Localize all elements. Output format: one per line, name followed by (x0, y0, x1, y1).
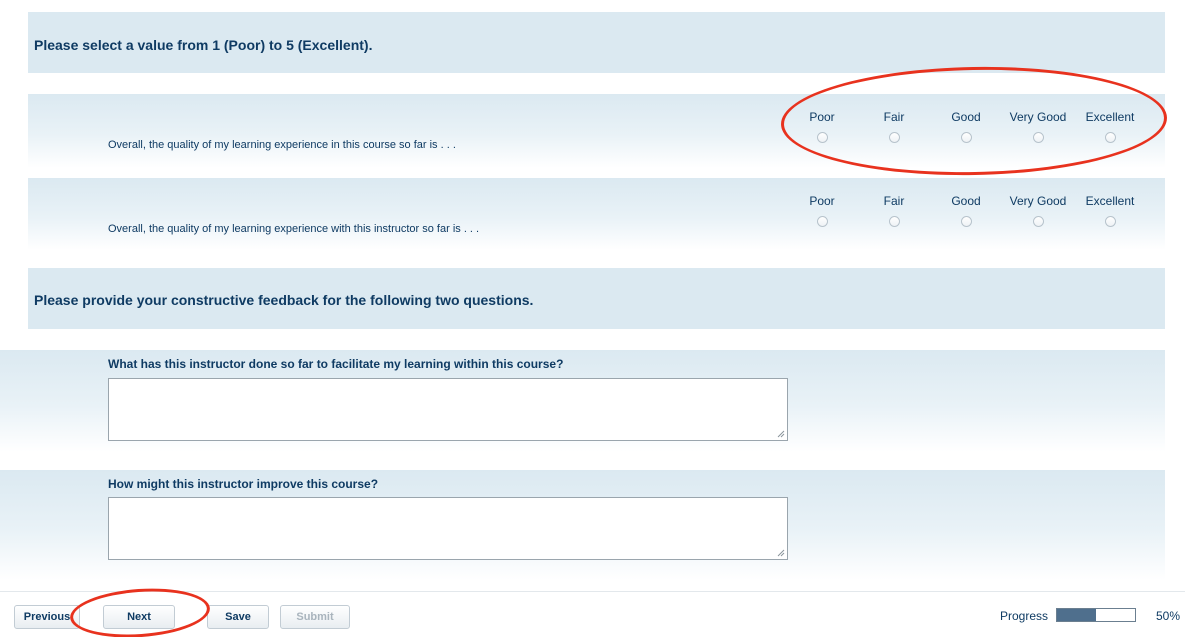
scale-option-poor: Poor (786, 108, 858, 143)
scale-option-good: Good (930, 108, 1002, 143)
scale-option-excellent: Excellent (1074, 108, 1146, 143)
scale-label-fair: Fair (883, 194, 905, 208)
q1-radio-excellent[interactable] (1104, 132, 1116, 143)
scale-label-very-good: Very Good (1009, 110, 1067, 124)
scale-label-very-good: Very Good (1009, 194, 1067, 208)
rating-section-title: Please select a value from 1 (Poor) to 5… (34, 37, 373, 53)
rating-question-2: Overall, the quality of my learning expe… (28, 178, 1165, 250)
rating-question-1: Overall, the quality of my learning expe… (28, 94, 1165, 168)
rating-scale-1: Poor Fair Good Very Good Excellent (786, 108, 1146, 143)
progress-bar (1056, 608, 1136, 622)
scale-label-poor: Poor (809, 110, 835, 124)
scale-label-excellent: Excellent (1085, 194, 1135, 208)
previous-button[interactable]: Previous (14, 605, 80, 629)
footer-bar: Previous Next Save Submit Progress 50% (0, 591, 1185, 637)
rating-question-2-text: Overall, the quality of my learning expe… (108, 223, 480, 235)
save-button[interactable]: Save (207, 605, 269, 629)
feedback-answer-1-textarea[interactable] (108, 378, 788, 441)
feedback-question-1-label: What has this instructor done so far to … (108, 357, 564, 371)
progress-bar-fill (1057, 609, 1096, 621)
scale-option-fair: Fair (858, 108, 930, 143)
rating-scale-2: Poor Fair Good Very Good Excellent (786, 192, 1146, 227)
resize-handle-icon[interactable] (777, 430, 785, 438)
q1-radio-very-good[interactable] (1032, 132, 1044, 143)
scale-label-good: Good (951, 194, 981, 208)
feedback-question-2-label: How might this instructor improve this c… (108, 477, 379, 491)
next-button[interactable]: Next (103, 605, 175, 629)
scale-label-excellent: Excellent (1085, 110, 1135, 124)
rating-section-header: Please select a value from 1 (Poor) to 5… (28, 12, 1165, 73)
progress-label: Progress (1000, 609, 1049, 623)
feedback-section-title: Please provide your constructive feedbac… (34, 292, 534, 308)
submit-button: Submit (280, 605, 350, 629)
q1-radio-good[interactable] (960, 132, 972, 143)
scale-option-very-good: Very Good (1002, 108, 1074, 143)
scale-label-fair: Fair (883, 110, 905, 124)
feedback-answer-2-textarea[interactable] (108, 497, 788, 560)
rating-question-1-text: Overall, the quality of my learning expe… (108, 139, 456, 151)
progress-percent: 50% (1156, 609, 1181, 623)
q2-radio-good[interactable] (960, 216, 972, 227)
scale-label-poor: Poor (809, 194, 835, 208)
q2-radio-very-good[interactable] (1032, 216, 1044, 227)
q2-radio-poor[interactable] (816, 216, 828, 227)
scale-option-very-good: Very Good (1002, 192, 1074, 227)
scale-option-good: Good (930, 192, 1002, 227)
scale-option-excellent: Excellent (1074, 192, 1146, 227)
resize-handle-icon[interactable] (777, 549, 785, 557)
q1-radio-fair[interactable] (888, 132, 900, 143)
scale-option-poor: Poor (786, 192, 858, 227)
q1-radio-poor[interactable] (816, 132, 828, 143)
q2-radio-fair[interactable] (888, 216, 900, 227)
scale-label-good: Good (951, 110, 981, 124)
q2-radio-excellent[interactable] (1104, 216, 1116, 227)
scale-option-fair: Fair (858, 192, 930, 227)
feedback-section-header: Please provide your constructive feedbac… (28, 268, 1165, 329)
